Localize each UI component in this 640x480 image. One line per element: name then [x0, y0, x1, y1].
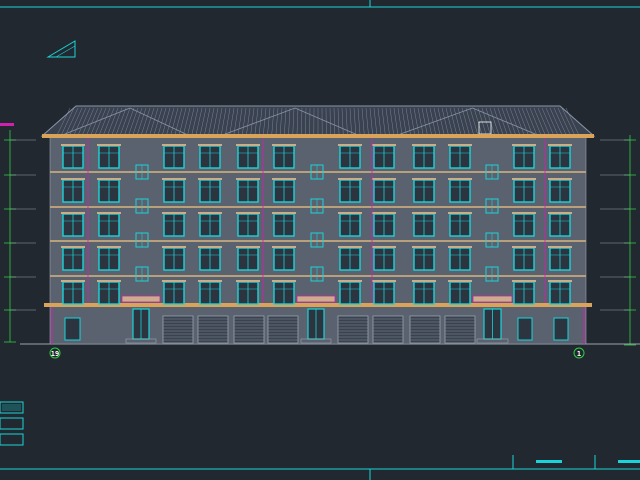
window-lintel — [372, 212, 396, 214]
window-lintel — [412, 178, 436, 180]
window-lintel — [162, 178, 186, 180]
floor-band — [50, 275, 586, 277]
window-lintel — [61, 212, 85, 214]
window-lintel — [338, 246, 362, 248]
window-lintel — [61, 246, 85, 248]
axis-marker-left: 19 — [49, 347, 61, 359]
floor-band — [50, 240, 586, 242]
window-lintel — [372, 246, 396, 248]
floor-band — [50, 206, 586, 208]
window-lintel — [272, 212, 296, 214]
window-lintel — [448, 212, 472, 214]
window-lintel — [97, 144, 121, 146]
window-lintel — [97, 280, 121, 282]
axis-label-left: 19 — [51, 350, 59, 358]
building-elevation — [40, 105, 596, 345]
window-lintel — [338, 280, 362, 282]
entrance-canopy — [121, 295, 161, 303]
title-block-mark — [618, 460, 640, 463]
section-symbol-icon — [46, 40, 76, 58]
window-lintel — [272, 246, 296, 248]
window-lintel — [548, 246, 572, 248]
base-cornice — [44, 303, 592, 307]
window-lintel — [448, 246, 472, 248]
window-lintel — [448, 144, 472, 146]
side-door — [517, 317, 533, 341]
window-lintel — [412, 144, 436, 146]
window-lintel — [236, 246, 260, 248]
dimension-right — [624, 135, 636, 346]
window-lintel — [372, 144, 396, 146]
window-lintel — [338, 144, 362, 146]
window-lintel — [512, 178, 536, 180]
window-lintel — [412, 246, 436, 248]
garage-door — [444, 315, 476, 344]
window-lintel — [162, 144, 186, 146]
window-lintel — [97, 246, 121, 248]
dimension-left-ticks — [10, 139, 36, 311]
window-lintel — [162, 280, 186, 282]
window-lintel — [412, 212, 436, 214]
entrance-canopy — [296, 295, 336, 303]
window-lintel — [512, 212, 536, 214]
floor-band — [50, 171, 586, 173]
window-lintel — [372, 178, 396, 180]
window-lintel — [412, 280, 436, 282]
window-lintel — [198, 144, 222, 146]
window-lintel — [198, 212, 222, 214]
window-lintel — [372, 280, 396, 282]
window-lintel — [512, 246, 536, 248]
window-lintel — [236, 178, 260, 180]
window-lintel — [97, 212, 121, 214]
window-lintel — [548, 178, 572, 180]
window-lintel — [198, 280, 222, 282]
garage-door — [233, 315, 265, 344]
window-lintel — [61, 144, 85, 146]
window-lintel — [448, 178, 472, 180]
window-lintel — [97, 178, 121, 180]
axis-label-right: 1 — [577, 350, 581, 358]
window-lintel — [272, 280, 296, 282]
side-door — [553, 317, 569, 341]
garage-door — [337, 315, 369, 344]
window-lintel — [272, 178, 296, 180]
title-block-mark — [536, 460, 562, 463]
window-lintel — [162, 246, 186, 248]
garage-door — [372, 315, 404, 344]
elevation-drawing: 19 1 — [0, 0, 640, 480]
garage-door — [162, 315, 194, 344]
entrance-canopy — [472, 295, 513, 303]
window-lintel — [512, 144, 536, 146]
side-door — [64, 317, 81, 341]
cornice — [42, 134, 594, 138]
window-lintel — [61, 280, 85, 282]
window-lintel — [512, 280, 536, 282]
window-lintel — [448, 280, 472, 282]
window-lintel — [272, 144, 296, 146]
axis-marker-right: 1 — [573, 347, 585, 359]
window-lintel — [338, 178, 362, 180]
window-lintel — [548, 212, 572, 214]
garage-door — [197, 315, 229, 344]
window-lintel — [61, 178, 85, 180]
window-lintel — [548, 280, 572, 282]
garage-door — [267, 315, 299, 344]
window-lintel — [236, 144, 260, 146]
garage-door — [409, 315, 441, 344]
window-lintel — [236, 212, 260, 214]
window-lintel — [198, 246, 222, 248]
window-lintel — [198, 178, 222, 180]
window-lintel — [236, 280, 260, 282]
window-lintel — [548, 144, 572, 146]
window-lintel — [162, 212, 186, 214]
window-lintel — [338, 212, 362, 214]
